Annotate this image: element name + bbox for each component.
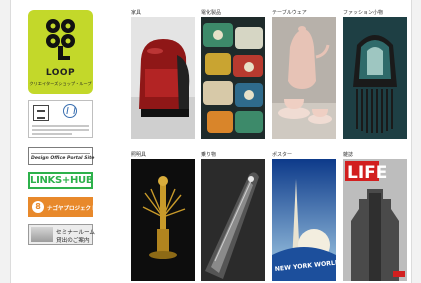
nagoya-project-label: ナゴヤプロジェクト8 bbox=[47, 206, 101, 212]
design-office-label: Design Office Portal Site bbox=[31, 156, 95, 161]
tile-label: 照明具 bbox=[131, 152, 147, 158]
unesco-icon bbox=[33, 105, 49, 121]
nagoya-badge-icon: 8 bbox=[32, 201, 44, 213]
links-hub-link[interactable]: LINKS+HUB bbox=[28, 172, 94, 189]
magazine-life-cover-image: LIFE bbox=[343, 159, 407, 281]
loop-logo-link[interactable]: LOOP クリエイターズショップ・ループ bbox=[28, 10, 93, 94]
seminar-room-thumbnail bbox=[31, 227, 53, 242]
poster-worlds-fair-image: NEW YORK WORLD'S bbox=[272, 159, 336, 281]
logo-brand-text: LOOP bbox=[45, 68, 76, 78]
vehicles-train-image bbox=[201, 159, 265, 281]
tile-label: ファッション小物 bbox=[343, 10, 384, 16]
tableware-teapot-image bbox=[272, 17, 336, 139]
unesco-caption-line bbox=[32, 133, 72, 135]
unesco-banner-link[interactable] bbox=[28, 100, 93, 138]
tile-label: 家具 bbox=[131, 10, 142, 16]
magazine-masthead: LIFE bbox=[347, 163, 387, 183]
tile-label: 雑誌 bbox=[343, 152, 354, 158]
seminar-room-title: セミナールーム bbox=[56, 230, 95, 236]
furniture-chair-image bbox=[131, 17, 195, 139]
design-office-rule bbox=[31, 153, 90, 154]
lighting-brass-image bbox=[131, 159, 195, 281]
logo-tagline: クリエイターズショップ・ループ bbox=[29, 81, 92, 86]
unesco-caption-line bbox=[32, 125, 89, 127]
unesco-caption-line bbox=[32, 129, 89, 131]
design-office-portal-link[interactable]: Design Office Portal Site bbox=[28, 147, 95, 165]
loop-logo-icon bbox=[46, 19, 75, 60]
creative-city-icon bbox=[63, 104, 77, 118]
fashion-comb-image bbox=[343, 17, 407, 139]
seminar-room-link[interactable]: セミナールーム 貸出のご案内 bbox=[28, 224, 95, 245]
nagoya-project-link[interactable]: 8 ナゴヤプロジェクト8 bbox=[28, 197, 100, 217]
seminar-room-subtitle: 貸出のご案内 bbox=[56, 238, 90, 244]
tile-label: ポスター bbox=[272, 152, 293, 158]
tile-label: テーブルウェア bbox=[272, 10, 307, 16]
tile-label: 電化製品 bbox=[201, 10, 222, 16]
tile-label: 乗り物 bbox=[201, 152, 217, 158]
appliances-radios-image bbox=[201, 17, 265, 139]
page-container: LOOP クリエイターズショップ・ループ Design Office Porta… bbox=[10, 0, 412, 283]
